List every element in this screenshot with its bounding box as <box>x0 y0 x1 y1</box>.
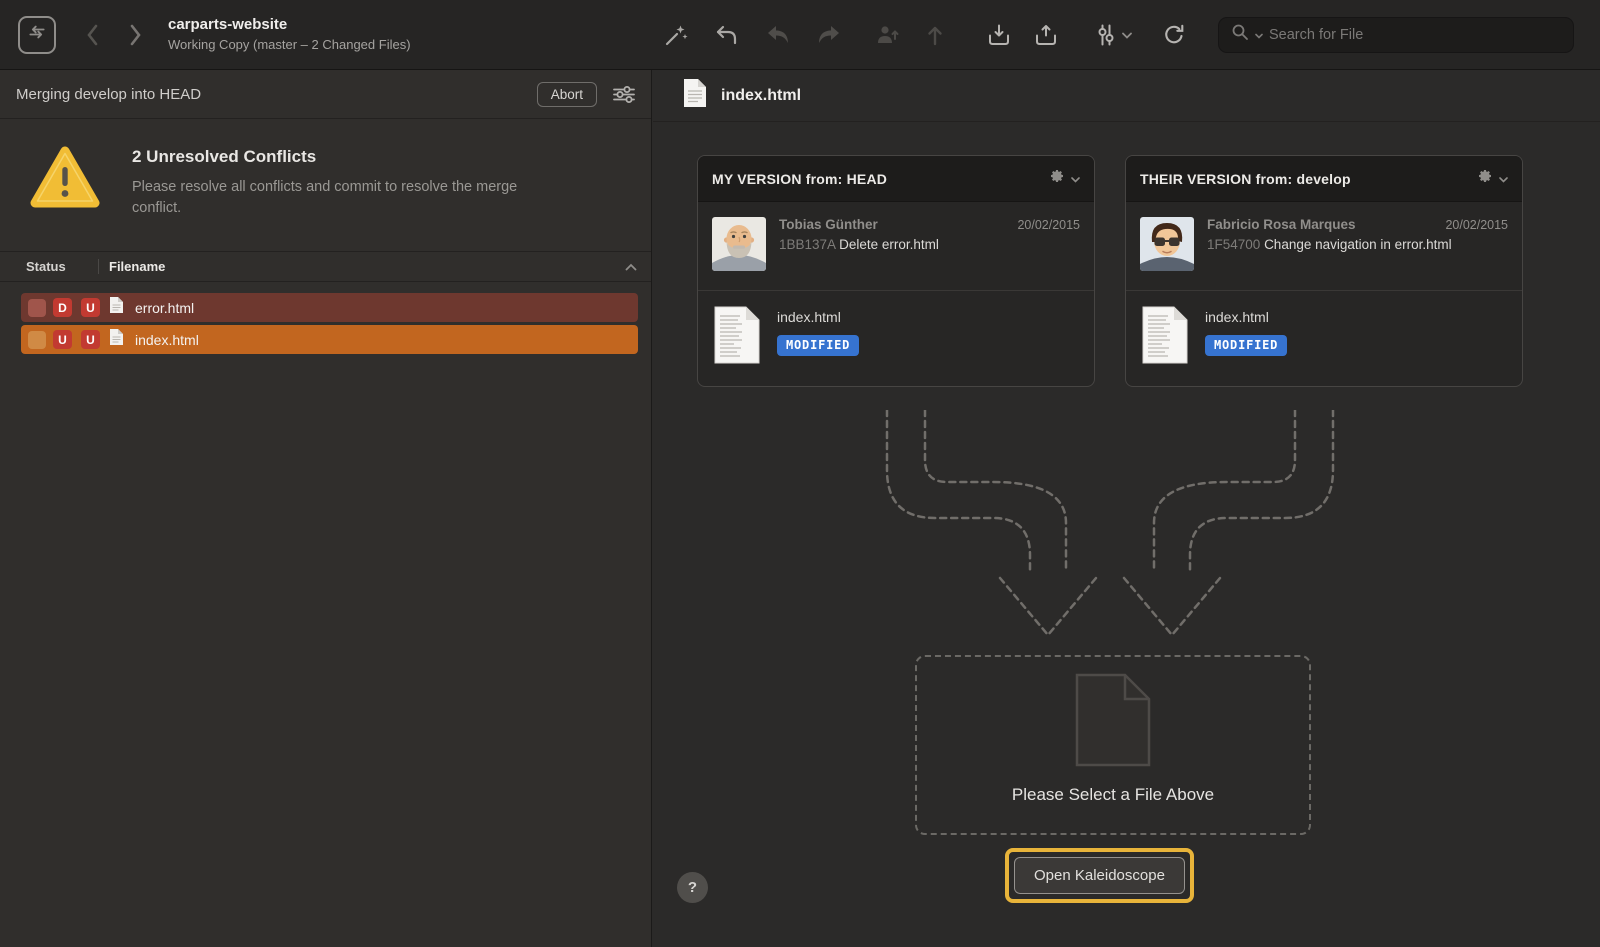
file-icon <box>683 78 707 113</box>
warning-triangle-icon <box>30 145 100 219</box>
open-kaleidoscope-button[interactable]: Open Kaleidoscope <box>1014 857 1185 894</box>
commit-person-icon[interactable] <box>875 23 899 47</box>
column-divider[interactable] <box>98 259 99 274</box>
commit-date: 20/02/2015 <box>1445 218 1508 232</box>
chevron-down-icon[interactable] <box>1499 170 1508 188</box>
repo-name: carparts-website <box>168 16 411 35</box>
version-cards: MY VERSION from: HEAD Tobias Günther 20/… <box>653 122 1600 387</box>
their-version-card: THEIR VERSION from: develop Fabricio Ros… <box>1125 155 1523 387</box>
version-title: MY VERSION from: HEAD <box>712 171 1043 187</box>
repository-switch-button[interactable] <box>18 16 56 54</box>
file-icon <box>109 328 124 351</box>
forward-button[interactable] <box>129 24 142 46</box>
search-scope-chevron-icon[interactable] <box>1255 26 1263 44</box>
their-version-file[interactable]: index.html MODIFIED <box>1126 291 1522 386</box>
abort-merge-button[interactable]: Abort <box>537 82 597 107</box>
modified-badge: MODIFIED <box>777 335 859 356</box>
version-title: THEIR VERSION from: develop <box>1140 171 1471 187</box>
avatar <box>1140 217 1194 271</box>
conflict-warning: 2 Unresolved Conflicts Please resolve al… <box>0 119 651 243</box>
discard-arrow-icon[interactable] <box>766 23 790 47</box>
modified-badge: MODIFIED <box>1205 335 1287 356</box>
window-title: carparts-website Working Copy (master – … <box>168 16 411 53</box>
chevron-down-icon[interactable] <box>1071 170 1080 188</box>
repository-icon <box>27 22 47 47</box>
status-badge-u: U <box>81 330 100 349</box>
commit-hash: 1BB137A <box>779 237 835 252</box>
file-row-error-html[interactable]: D U error.html <box>21 293 638 322</box>
conflict-filename: error.html <box>135 300 194 316</box>
avatar <box>712 217 766 271</box>
commit-hash: 1F54700 <box>1207 237 1260 252</box>
their-version-header: THEIR VERSION from: develop <box>1126 156 1522 202</box>
version-filename: index.html <box>777 309 859 325</box>
file-search[interactable] <box>1218 17 1574 53</box>
status-badge-d: D <box>53 298 72 317</box>
selected-file-title: index.html <box>721 87 801 105</box>
open-kaleidoscope-highlight: Open Kaleidoscope <box>1005 848 1194 903</box>
status-column-header[interactable]: Status <box>26 259 98 274</box>
ghost-file-icon <box>1075 673 1151 772</box>
file-thumbnail-icon <box>1142 306 1188 369</box>
conflict-count-title: 2 Unresolved Conflicts <box>132 147 562 167</box>
push-arrow-icon[interactable] <box>923 23 947 47</box>
file-list-header: Status Filename <box>0 251 651 282</box>
my-version-header: MY VERSION from: HEAD <box>698 156 1094 202</box>
my-version-card: MY VERSION from: HEAD Tobias Günther 20/… <box>697 155 1095 387</box>
gear-icon[interactable] <box>1477 168 1493 189</box>
status-badge-u: U <box>81 298 100 317</box>
stash-save-icon[interactable] <box>987 23 1011 47</box>
undo-arrow-icon[interactable] <box>715 23 739 47</box>
file-thumbnail-icon <box>714 306 760 369</box>
conflict-filename: index.html <box>135 332 199 348</box>
conflict-file-list: D U error.html U U index.html <box>0 293 651 354</box>
merge-status-text: Merging develop into HEAD <box>16 86 537 103</box>
file-drop-zone[interactable]: Please Select a File Above <box>915 655 1311 835</box>
filter-sliders-icon[interactable] <box>613 86 635 103</box>
git-flow-icon <box>1094 23 1118 47</box>
search-icon <box>1231 23 1249 46</box>
conflicts-sidebar: Merging develop into HEAD Abort 2 Unreso… <box>0 70 652 947</box>
sweep-arrow-icon[interactable] <box>817 23 841 47</box>
version-filename: index.html <box>1205 309 1287 325</box>
dropzone-hint-text: Please Select a File Above <box>1012 785 1214 805</box>
back-button[interactable] <box>86 24 99 46</box>
commit-message: Change navigation in error.html <box>1264 237 1452 252</box>
status-badge-u: U <box>53 330 72 349</box>
file-icon <box>109 296 124 319</box>
their-version-commit[interactable]: Fabricio Rosa Marques 20/02/2015 1F54700… <box>1126 202 1522 290</box>
stage-wand-icon[interactable] <box>664 23 688 47</box>
stash-apply-icon[interactable] <box>1034 23 1058 47</box>
status-swatch <box>28 331 46 349</box>
my-version-file[interactable]: index.html MODIFIED <box>698 291 1094 386</box>
merge-arrows-graphic <box>653 410 1600 655</box>
conflict-description: Please resolve all conflicts and commit … <box>132 177 562 219</box>
toolbar-actions <box>664 23 1186 47</box>
filename-column-header[interactable]: Filename <box>109 259 625 274</box>
chevron-down-icon <box>1122 26 1132 44</box>
commit-author: Fabricio Rosa Marques <box>1207 217 1437 232</box>
merge-status-bar: Merging develop into HEAD Abort <box>0 70 651 119</box>
git-flow-button[interactable] <box>1094 23 1132 47</box>
status-swatch <box>28 299 46 317</box>
refresh-icon[interactable] <box>1162 23 1186 47</box>
selected-file-header: index.html <box>653 70 1600 122</box>
commit-message: Delete error.html <box>839 237 939 252</box>
commit-author: Tobias Günther <box>779 217 1009 232</box>
file-row-index-html[interactable]: U U index.html <box>21 325 638 354</box>
merge-detail-panel: index.html MY VERSION from: HEAD T <box>653 70 1600 947</box>
repo-subtitle: Working Copy (master – 2 Changed Files) <box>168 37 411 53</box>
help-button[interactable]: ? <box>677 872 708 903</box>
collapse-chevron-icon[interactable] <box>625 258 637 276</box>
search-input[interactable] <box>1269 27 1561 43</box>
toolbar: carparts-website Working Copy (master – … <box>0 0 1600 70</box>
commit-date: 20/02/2015 <box>1017 218 1080 232</box>
gear-icon[interactable] <box>1049 168 1065 189</box>
my-version-commit[interactable]: Tobias Günther 20/02/2015 1BB137A Delete… <box>698 202 1094 290</box>
